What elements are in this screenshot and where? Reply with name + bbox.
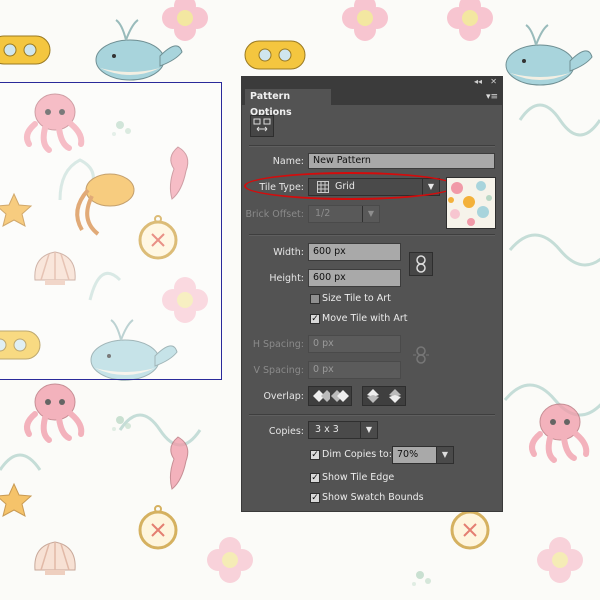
tile-type-arrow-icon: ▼ bbox=[422, 179, 439, 195]
chain-link-icon bbox=[416, 255, 426, 273]
copies-value: 3 x 3 bbox=[315, 424, 339, 435]
tile-type-label: Tile Type: bbox=[259, 182, 304, 193]
show-swatch-bounds-label: Show Swatch Bounds bbox=[322, 492, 424, 503]
separator bbox=[249, 234, 495, 236]
name-field[interactable]: New Pattern bbox=[308, 153, 495, 169]
width-label: Width: bbox=[273, 247, 304, 258]
move-tile-with-art-checkbox[interactable]: ✓ bbox=[310, 314, 320, 324]
tile-edge-bounds bbox=[0, 82, 222, 380]
vertical-overlap-icon[interactable] bbox=[363, 387, 405, 405]
brick-offset-label: Brick Offset: bbox=[245, 209, 304, 220]
show-swatch-bounds-checkbox[interactable]: ✓ bbox=[310, 493, 320, 503]
show-tile-edge-label: Show Tile Edge bbox=[322, 472, 395, 483]
dim-copies-value: 70% bbox=[397, 449, 419, 460]
brick-offset-value: 1/2 bbox=[315, 208, 331, 219]
spacing-link-icon[interactable] bbox=[413, 346, 429, 364]
panel-top-bar: ◂◂ ✕ bbox=[242, 77, 502, 89]
horizontal-overlap-buttons bbox=[308, 386, 352, 406]
separator bbox=[249, 414, 495, 416]
size-tile-to-art-label: Size Tile to Art bbox=[322, 293, 391, 304]
tile-type-dropdown[interactable]: Grid ▼ bbox=[308, 178, 440, 196]
copies-arrow-icon: ▼ bbox=[360, 422, 377, 438]
pattern-tile-tool-button[interactable] bbox=[250, 115, 274, 137]
v-spacing-field[interactable]: 0 px bbox=[308, 361, 401, 379]
height-field[interactable]: 600 px bbox=[308, 269, 401, 287]
move-tile-with-art-label: Move Tile with Art bbox=[322, 313, 408, 324]
height-label: Height: bbox=[269, 273, 304, 284]
copies-label: Copies: bbox=[268, 426, 304, 437]
show-tile-edge-checkbox[interactable]: ✓ bbox=[310, 473, 320, 483]
tile-type-value: Grid bbox=[335, 181, 355, 192]
dim-copies-arrow-icon: ▼ bbox=[436, 447, 453, 463]
copies-dropdown[interactable]: 3 x 3 ▼ bbox=[308, 421, 378, 439]
separator bbox=[249, 145, 495, 147]
overlap-label: Overlap: bbox=[263, 391, 304, 402]
horizontal-overlap-icon[interactable] bbox=[309, 387, 351, 405]
vertical-overlap-buttons bbox=[362, 386, 406, 406]
dim-copies-dropdown[interactable]: 70% ▼ bbox=[392, 446, 454, 464]
grid-icon bbox=[317, 181, 329, 193]
h-spacing-label: H Spacing: bbox=[252, 339, 304, 350]
pattern-preview-thumbnail bbox=[446, 177, 496, 229]
dim-copies-checkbox[interactable]: ✓ bbox=[310, 450, 320, 460]
h-spacing-field[interactable]: 0 px bbox=[308, 335, 401, 353]
panel-menu-icon[interactable]: ▾≡ bbox=[486, 92, 498, 102]
constrain-proportions-button[interactable] bbox=[409, 252, 433, 276]
v-spacing-label: V Spacing: bbox=[253, 365, 304, 376]
collapse-panel-icon[interactable]: ◂◂ bbox=[474, 77, 482, 86]
close-panel-icon[interactable]: ✕ bbox=[490, 77, 497, 86]
panel-tab-bar: Pattern Options ▾≡ bbox=[242, 89, 502, 118]
name-label: Name: bbox=[272, 156, 304, 167]
pattern-tile-tool-icon bbox=[253, 118, 271, 132]
brick-offset-arrow-icon: ▼ bbox=[362, 206, 379, 222]
tab-pattern-options[interactable]: Pattern Options bbox=[245, 89, 331, 118]
size-tile-to-art-checkbox[interactable] bbox=[310, 294, 320, 304]
dim-copies-label: Dim Copies to: bbox=[322, 449, 392, 460]
pattern-preview-icon bbox=[448, 181, 492, 226]
brick-offset-dropdown[interactable]: 1/2 ▼ bbox=[308, 205, 380, 223]
width-field[interactable]: 600 px bbox=[308, 243, 401, 261]
